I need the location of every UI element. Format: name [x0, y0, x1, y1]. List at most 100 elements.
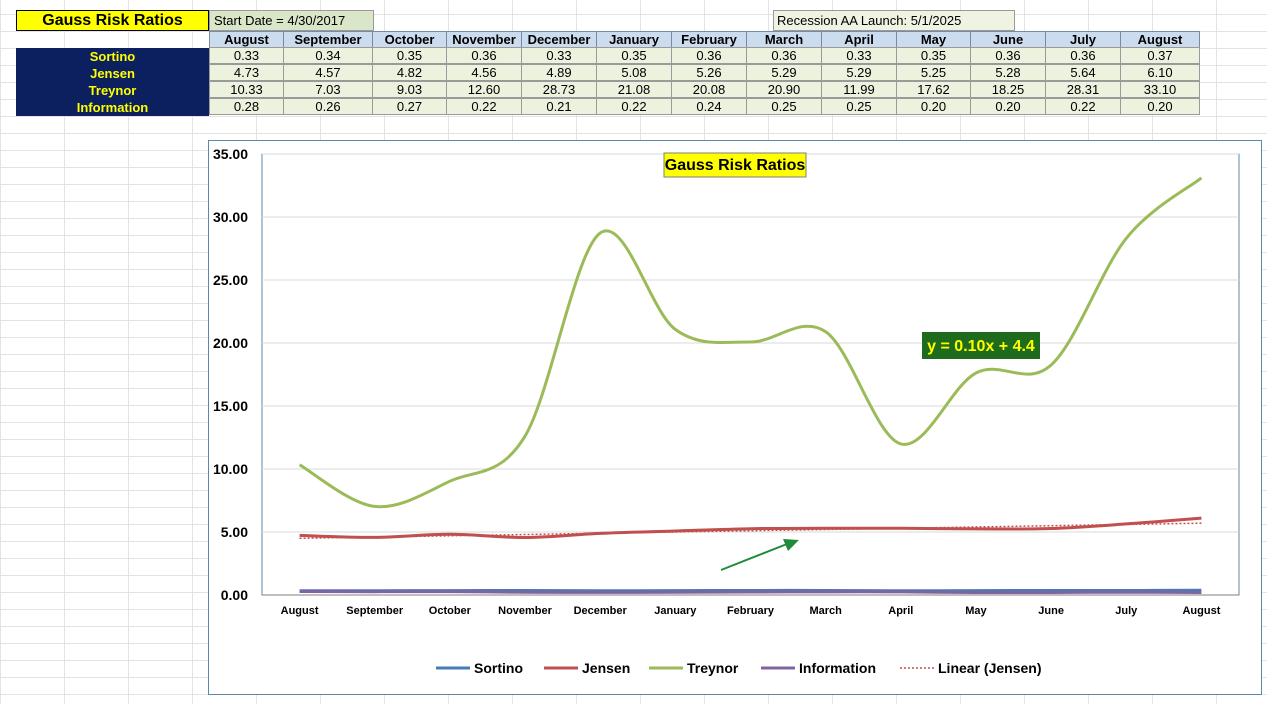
table-cell[interactable]: 20.08 — [671, 81, 747, 98]
table-cell[interactable]: 18.25 — [970, 81, 1046, 98]
x-tick-label: January — [654, 605, 697, 617]
table-cell[interactable]: 5.08 — [596, 64, 672, 81]
table-cell[interactable]: 28.31 — [1045, 81, 1121, 98]
x-tick-label: August — [281, 605, 319, 617]
table-cell[interactable]: 4.73 — [209, 64, 284, 81]
x-tick-label: June — [1038, 605, 1064, 617]
table-cell[interactable]: 0.25 — [746, 98, 822, 115]
table-cell[interactable]: 5.28 — [970, 64, 1046, 81]
table-cell[interactable]: 20.90 — [746, 81, 822, 98]
legend-label: Treynor — [687, 660, 739, 676]
table-cell[interactable]: 0.35 — [896, 47, 971, 64]
row-label[interactable]: Information — [16, 99, 209, 116]
chart-area[interactable]: 0.00 5.00 10.00 15.00 20.00 25.00 30.00 35.00 Au… — [208, 140, 1262, 695]
table-cell[interactable]: 17.62 — [896, 81, 971, 98]
month-header[interactable]: May — [896, 31, 971, 48]
row-label[interactable]: Treynor — [16, 82, 209, 99]
y-tick-label: 10.00 — [213, 461, 248, 477]
month-header[interactable]: April — [821, 31, 897, 48]
table-cell[interactable]: 0.22 — [1045, 98, 1121, 115]
table-cell[interactable]: 0.35 — [596, 47, 672, 64]
table-cell[interactable]: 0.24 — [671, 98, 747, 115]
month-header[interactable]: September — [283, 31, 373, 48]
table-cell[interactable]: 0.33 — [821, 47, 897, 64]
table-cell[interactable]: 0.36 — [1045, 47, 1121, 64]
table-cell[interactable]: 0.22 — [446, 98, 522, 115]
table-cell[interactable]: 0.27 — [372, 98, 447, 115]
x-tick-label: November — [498, 605, 553, 617]
legend-label: Linear (Jensen) — [938, 660, 1041, 676]
x-tick-label: August — [1182, 605, 1220, 617]
table-cell[interactable]: 0.22 — [596, 98, 672, 115]
annotation-arrow-shaft — [720, 543, 788, 571]
table-cell[interactable]: 0.33 — [209, 47, 284, 64]
month-header[interactable]: January — [596, 31, 672, 48]
table-cell[interactable]: 11.99 — [821, 81, 897, 98]
table-cell[interactable]: 7.03 — [283, 81, 373, 98]
month-header[interactable]: August — [1120, 31, 1200, 48]
table-cell[interactable]: 4.57 — [283, 64, 373, 81]
month-header[interactable]: March — [746, 31, 822, 48]
risk-ratios-chart[interactable]: 0.00 5.00 10.00 15.00 20.00 25.00 30.00 35.00 Au… — [209, 141, 1261, 694]
month-header[interactable]: August — [209, 31, 284, 48]
series-line-information — [299, 590, 1202, 595]
table-cell[interactable]: 0.20 — [970, 98, 1046, 115]
table-cell[interactable]: 4.56 — [446, 64, 522, 81]
x-tick-label: March — [809, 605, 842, 617]
table-cell[interactable]: 28.73 — [521, 81, 597, 98]
row-label[interactable]: Jensen — [16, 65, 209, 82]
table-row: Information 0.28 0.26 0.27 0.22 0.21 0.22 0.24 0… — [16, 98, 1200, 116]
y-tick-label: 0.00 — [221, 587, 248, 603]
month-header[interactable]: November — [446, 31, 522, 48]
recession-launch-cell[interactable]: Recession AA Launch: 5/1/2025 — [773, 10, 1015, 31]
start-date-cell[interactable]: Start Date = 4/30/2017 — [209, 10, 374, 31]
table-cell[interactable]: 5.29 — [821, 64, 897, 81]
table-cell[interactable]: 0.25 — [821, 98, 897, 115]
table-cell[interactable]: 4.82 — [372, 64, 447, 81]
table-cell[interactable]: 6.10 — [1120, 64, 1200, 81]
table-cell[interactable]: 0.36 — [671, 47, 747, 64]
table-cell[interactable]: 0.28 — [209, 98, 284, 115]
table-cell[interactable]: 4.89 — [521, 64, 597, 81]
table-cell[interactable]: 5.64 — [1045, 64, 1121, 81]
table-cell[interactable]: 0.20 — [1120, 98, 1200, 115]
table-cell[interactable]: 21.08 — [596, 81, 672, 98]
month-header[interactable]: February — [671, 31, 747, 48]
table-cell[interactable]: 5.29 — [746, 64, 822, 81]
row-label[interactable]: Sortino — [16, 48, 209, 65]
y-tick-label: 15.00 — [213, 398, 248, 414]
month-header[interactable]: July — [1045, 31, 1121, 48]
table-cell[interactable]: 0.26 — [283, 98, 373, 115]
series-line-jensen — [299, 516, 1202, 540]
table-cell[interactable]: 12.60 — [446, 81, 522, 98]
table-cell[interactable]: 0.34 — [283, 47, 373, 64]
month-header[interactable]: June — [970, 31, 1046, 48]
table-cell[interactable]: 0.36 — [446, 47, 522, 64]
sheet-title[interactable]: Gauss Risk Ratios — [16, 10, 209, 31]
x-tick-label: September — [346, 605, 404, 617]
chart-title: Gauss Risk Ratios — [665, 157, 806, 174]
series-line-treynor — [298, 176, 1203, 509]
table-cell[interactable]: 0.20 — [896, 98, 971, 115]
table-cell[interactable]: 0.35 — [372, 47, 447, 64]
table-cell[interactable]: 33.10 — [1120, 81, 1200, 98]
table-cell[interactable]: 0.36 — [970, 47, 1046, 64]
table-cell[interactable]: 9.03 — [372, 81, 447, 98]
y-tick-label: 35.00 — [213, 146, 248, 162]
month-header-row: August September October November December Ja… — [209, 31, 1200, 48]
x-tick-label: April — [888, 605, 913, 617]
table-cell[interactable]: 0.33 — [521, 47, 597, 64]
table-cell[interactable]: 0.36 — [746, 47, 822, 64]
table-cell[interactable]: 0.37 — [1120, 47, 1200, 64]
y-tick-label: 25.00 — [213, 272, 248, 288]
table-cell[interactable]: 0.21 — [521, 98, 597, 115]
table-cell[interactable]: 5.26 — [671, 64, 747, 81]
month-header[interactable]: October — [372, 31, 447, 48]
table-row: Treynor 10.33 7.03 9.03 12.60 28.73 21.08 20.08… — [16, 81, 1200, 99]
month-header[interactable]: December — [521, 31, 597, 48]
table-cell[interactable]: 10.33 — [209, 81, 284, 98]
table-cell[interactable]: 5.25 — [896, 64, 971, 81]
x-tick-label: October — [429, 605, 472, 617]
legend-label: Jensen — [582, 660, 630, 676]
table-row: Jensen 4.73 4.57 4.82 4.56 4.89 5.08 5.26 5.29 5.… — [16, 64, 1200, 82]
